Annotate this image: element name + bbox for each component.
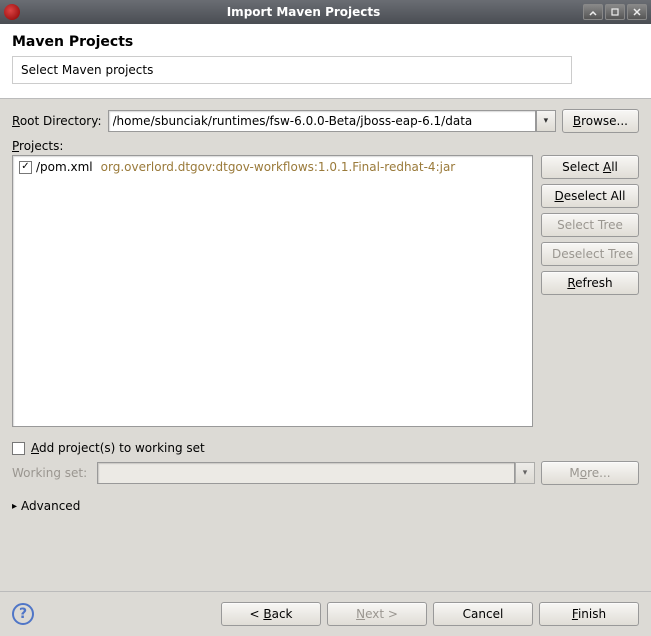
app-icon <box>4 4 20 20</box>
wizard-footer: ? < Back Next > Cancel Finish <box>0 591 651 636</box>
deselect-all-button[interactable]: Deselect All <box>541 184 639 208</box>
project-checkbox[interactable]: ✓ <box>19 161 32 174</box>
add-to-working-set-checkbox[interactable] <box>12 442 25 455</box>
select-all-button[interactable]: Select All <box>541 155 639 179</box>
select-tree-button: Select Tree <box>541 213 639 237</box>
close-button[interactable] <box>627 4 647 20</box>
title-bar: Import Maven Projects <box>0 0 651 24</box>
tree-item[interactable]: ✓ /pom.xml org.overlord.dtgov:dtgov-work… <box>19 160 526 174</box>
minimize-button[interactable] <box>583 4 603 20</box>
finish-button[interactable]: Finish <box>539 602 639 626</box>
project-description: org.overlord.dtgov:dtgov-workflows:1.0.1… <box>101 160 456 174</box>
maximize-button[interactable] <box>605 4 625 20</box>
advanced-toggle[interactable]: ▸ Advanced <box>12 499 639 513</box>
projects-tree[interactable]: ✓ /pom.xml org.overlord.dtgov:dtgov-work… <box>12 155 533 427</box>
back-button[interactable]: < Back <box>221 602 321 626</box>
window-title: Import Maven Projects <box>24 5 583 19</box>
refresh-button[interactable]: Refresh <box>541 271 639 295</box>
next-button: Next > <box>327 602 427 626</box>
projects-label: Projects: <box>12 139 639 153</box>
more-button: More... <box>541 461 639 485</box>
cancel-button[interactable]: Cancel <box>433 602 533 626</box>
working-set-dropdown-icon <box>515 462 535 484</box>
root-directory-label: Root Directory: <box>12 114 102 128</box>
page-subtitle: Select Maven projects <box>12 56 572 84</box>
page-title: Maven Projects <box>12 34 639 50</box>
deselect-tree-button: Deselect Tree <box>541 242 639 266</box>
root-directory-input[interactable] <box>108 110 536 132</box>
wizard-header: Maven Projects Select Maven projects <box>0 24 651 99</box>
root-directory-dropdown-icon[interactable] <box>536 110 556 132</box>
root-directory-row: Root Directory: Browse... <box>12 109 639 133</box>
help-icon[interactable]: ? <box>12 603 34 625</box>
browse-button[interactable]: Browse... <box>562 109 639 133</box>
working-set-label: Working set: <box>12 466 87 480</box>
add-to-working-set-label: Add project(s) to working set <box>31 441 205 455</box>
project-name: /pom.xml <box>36 160 93 174</box>
working-set-select <box>97 462 515 484</box>
triangle-right-icon: ▸ <box>12 501 17 512</box>
advanced-label: Advanced <box>21 499 80 513</box>
